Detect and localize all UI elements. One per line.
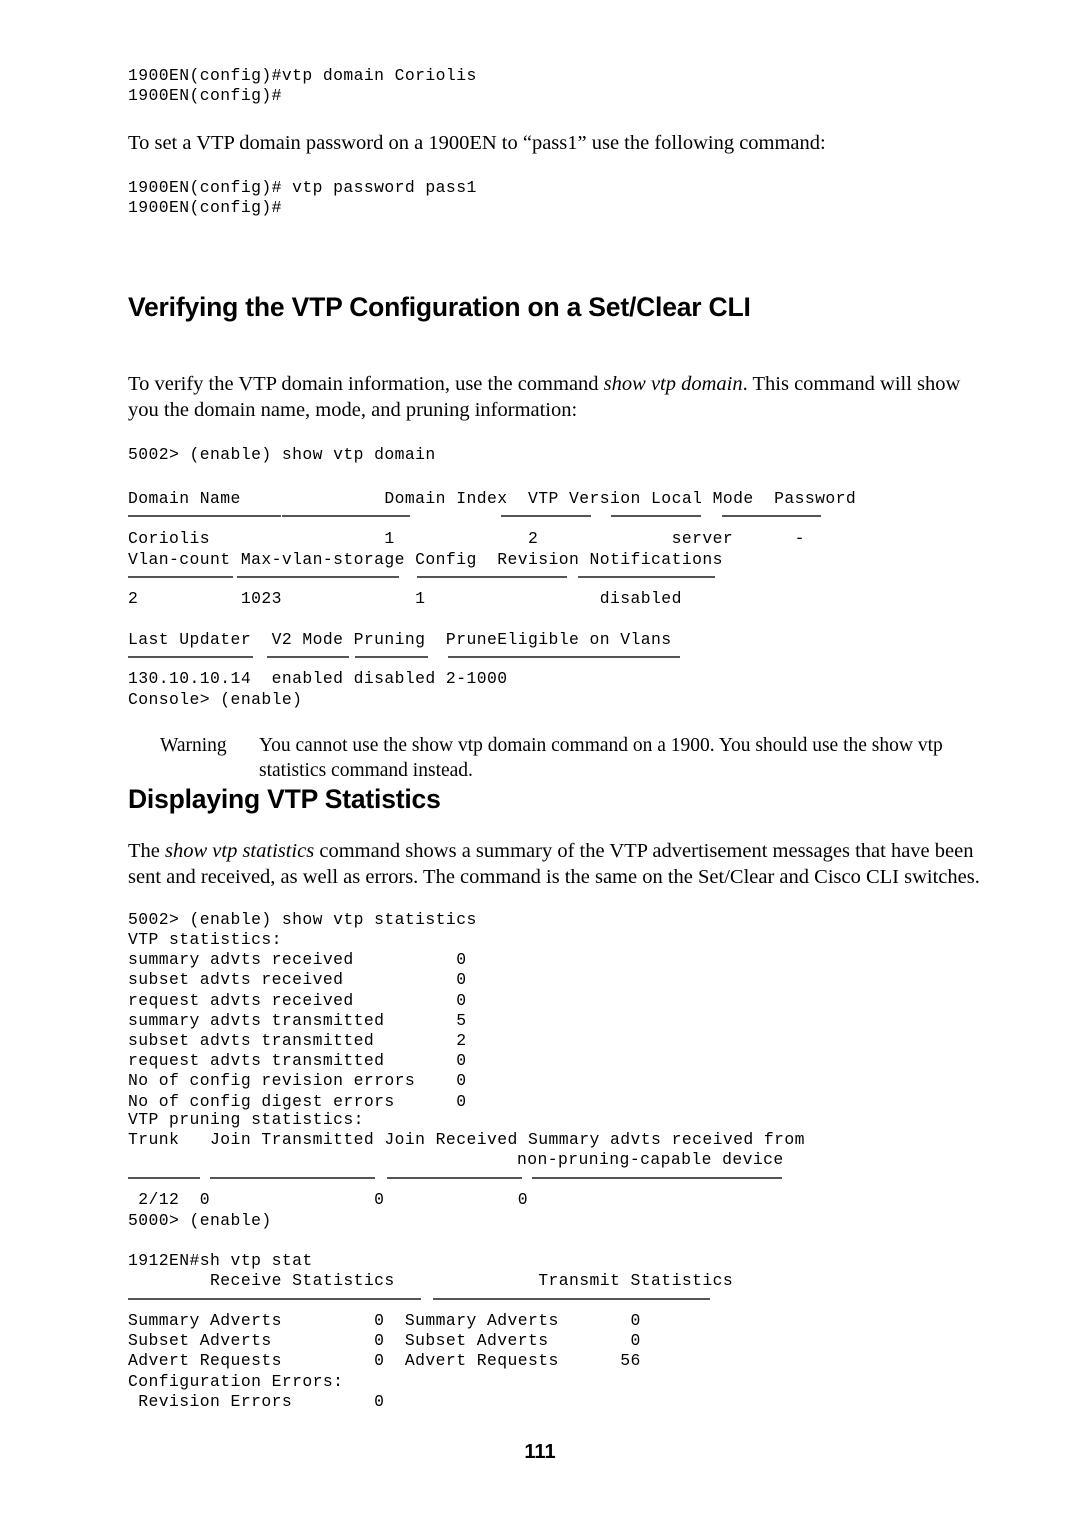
rule-max-vlan-storage	[237, 576, 399, 578]
warning-text: You cannot use the show vtp domain comma…	[259, 735, 943, 781]
rule-config-revision	[417, 576, 567, 578]
vtp-domain-data-row-1: Coriolis 1 2 server -	[128, 529, 805, 548]
cisco-cli-statistics-header: Receive Statistics Transmit Statistics	[128, 1271, 734, 1290]
vtp-domain-header-row-3: Last Updater V2 Mode Pruning PruneEligib…	[128, 630, 672, 649]
heading-displaying-vtp-statistics: Displaying VTP Statistics	[128, 784, 441, 814]
paragraph-verify-part1: To verify the VTP domain information, us…	[128, 373, 604, 395]
paragraph-verify-vtp-domain: To verify the VTP domain information, us…	[128, 372, 990, 423]
rule-receive-statistics	[128, 1298, 421, 1300]
vtp-pruning-data-row: 2/12 0 0 0	[128, 1190, 528, 1209]
rule-last-updater	[128, 656, 253, 658]
code-block-vtp-domain-command: 1900EN(config)#vtp domain Coriolis 1900E…	[128, 66, 477, 106]
paragraph-statistics-part1: The	[128, 840, 165, 862]
rule-prune-eligible	[448, 656, 680, 658]
paragraph-statistics-italic-command: show vtp statistics	[165, 840, 315, 862]
vtp-statistics-body: VTP statistics: summary advts received 0…	[128, 930, 467, 1111]
rule-join-received	[387, 1177, 522, 1179]
vtp-domain-header-row-1: Domain Name Domain Index VTP Version Loc…	[128, 489, 857, 508]
rule-notifications	[578, 576, 715, 578]
rule-trunk	[128, 1177, 200, 1179]
terminal-command-sh-vtp-stat: 1912EN#sh vtp stat	[128, 1251, 313, 1270]
rule-summary-advts-nonpruning	[532, 1177, 782, 1179]
rule-vlan-count	[128, 576, 233, 578]
terminal-command-show-vtp-domain: 5002> (enable) show vtp domain	[128, 445, 436, 464]
heading-verifying-vtp-configuration: Verifying the VTP Configuration on a Set…	[128, 292, 751, 322]
rule-domain-name	[128, 515, 281, 517]
terminal-prompt-5000: 5000> (enable)	[128, 1211, 272, 1230]
vtp-pruning-header-line-2: non-pruning-capable device	[517, 1150, 784, 1169]
vtp-domain-header-row-2: Vlan-count Max-vlan-storage Config Revis…	[128, 550, 723, 569]
page-number: 111	[524, 1441, 556, 1463]
terminal-command-show-vtp-statistics: 5002> (enable) show vtp statistics	[128, 910, 477, 929]
terminal-prompt-console: Console> (enable)	[128, 690, 303, 709]
rule-join-transmitted	[210, 1177, 375, 1179]
code-block-vtp-password-command: 1900EN(config)# vtp password pass1 1900E…	[128, 178, 477, 218]
vtp-pruning-statistics-title: VTP pruning statistics:	[128, 1110, 364, 1129]
rule-local-mode	[611, 515, 701, 517]
paragraph-verify-italic-command: show vtp domain	[603, 373, 743, 395]
cisco-cli-statistics-body: Summary Adverts 0 Summary Adverts 0 Subs…	[128, 1311, 641, 1411]
vtp-pruning-header-line-1: Trunk Join Transmitted Join Received Sum…	[128, 1130, 805, 1149]
document-page: 1900EN(config)#vtp domain Coriolis 1900E…	[0, 0, 1080, 1528]
vtp-domain-data-row-2: 2 1023 1 disabled	[128, 589, 682, 608]
vtp-domain-data-row-3: 130.10.10.14 enabled disabled 2-1000	[128, 669, 508, 688]
paragraph-show-vtp-statistics: The show vtp statistics command shows a …	[128, 839, 998, 890]
paragraph-password-intro: To set a VTP domain password on a 1900EN…	[128, 132, 826, 154]
rule-password	[722, 515, 821, 517]
rule-domain-index	[282, 515, 410, 517]
rule-pruning	[355, 656, 428, 658]
rule-v2-mode	[267, 656, 349, 658]
rule-vtp-version	[501, 515, 591, 517]
warning-label: Warning	[160, 735, 227, 756]
rule-transmit-statistics	[433, 1298, 710, 1300]
